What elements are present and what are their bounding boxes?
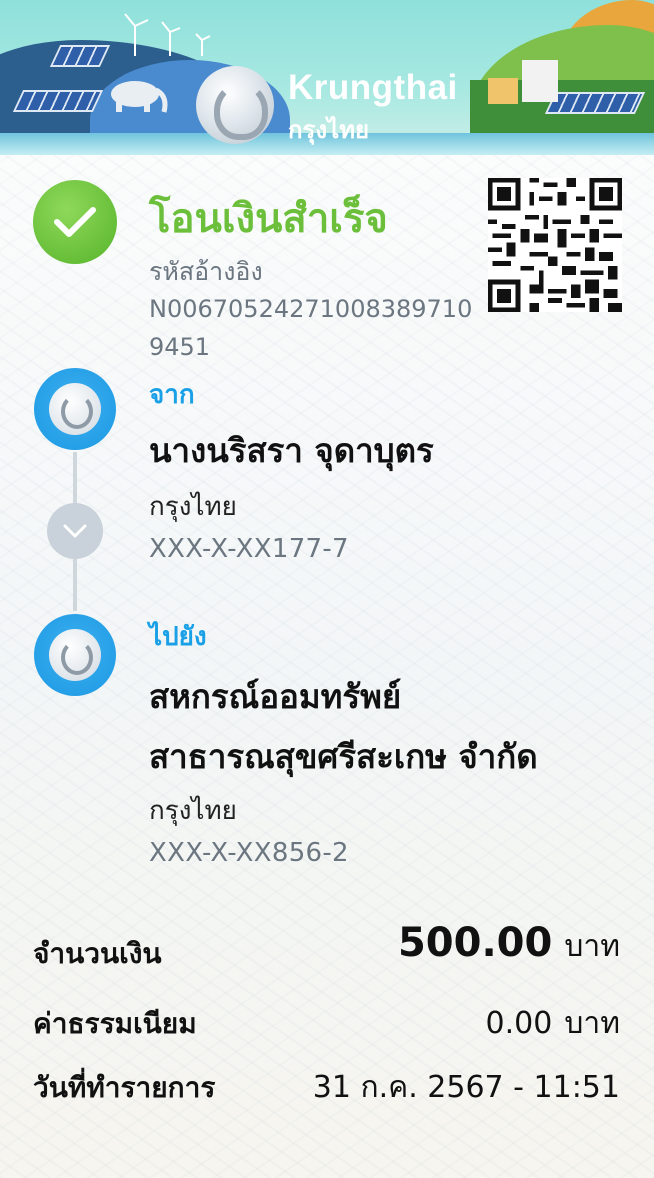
fee-value: 0.00 (485, 1006, 553, 1041)
connector-line (73, 559, 77, 611)
reference-value: N006705242710083897109451 (149, 295, 473, 361)
sender-name: นางนริสรา จุดาบุตร (149, 431, 434, 470)
receiver-name-line2: สาธารณสุขศรีสะเกษ จำกัด (149, 737, 538, 776)
fee-row-value: 0.00 บาท (486, 1000, 620, 1047)
sender-bank-name: กรุงไทย (149, 492, 237, 522)
brand-name-th: กรุงไทย (288, 116, 370, 144)
amount-unit: บาท (564, 929, 620, 964)
status-title: โอนเงินสำเร็จ (149, 196, 388, 242)
fee-label: ค่าธรรมเนียม (33, 1007, 197, 1040)
qr-code[interactable] (488, 178, 622, 312)
house-illustration (488, 78, 518, 104)
check-success-icon (33, 180, 117, 264)
date-label: วันที่ทำรายการ (33, 1071, 216, 1104)
solar-panel-illustration (544, 92, 646, 114)
elephant-illustration (111, 81, 168, 113)
sender-bank-logo (34, 368, 116, 450)
solar-panel-illustration (12, 90, 104, 112)
connector-line (73, 452, 77, 504)
receiver-account: XXX-X-XX856-2 (149, 838, 349, 868)
sender-account: XXX-X-XX177-7 (149, 534, 349, 564)
header-banner: Krungthai กรุงไทย (0, 0, 654, 155)
krungthai-logo: Krungthai กรุงไทย (190, 62, 480, 150)
fee-unit: บาท (564, 1006, 620, 1041)
amount-row-value: 500.00 บาท (398, 920, 620, 970)
receiver-name-line1: สหกรณ์ออมทรัพย์ (149, 677, 402, 716)
receiver-bank-logo (34, 614, 116, 696)
reference-label: รหัสอ้างอิง (149, 257, 263, 286)
from-label: จาก (149, 380, 195, 410)
house-illustration (522, 60, 558, 102)
solar-panel-illustration (49, 45, 111, 67)
wind-turbine-illustration (124, 13, 211, 56)
brand-name-en: Krungthai (288, 68, 458, 107)
date-value: 31 ก.ค. 2567 - 11:51 (312, 1070, 620, 1105)
amount-label: จำนวนเงิน (33, 937, 162, 970)
to-label: ไปยัง (149, 622, 207, 652)
amount-value: 500.00 (397, 920, 553, 966)
krungthai-logo-icon (196, 66, 274, 144)
receiver-bank-name: กรุงไทย (149, 796, 237, 826)
chevron-down-icon (47, 503, 103, 559)
